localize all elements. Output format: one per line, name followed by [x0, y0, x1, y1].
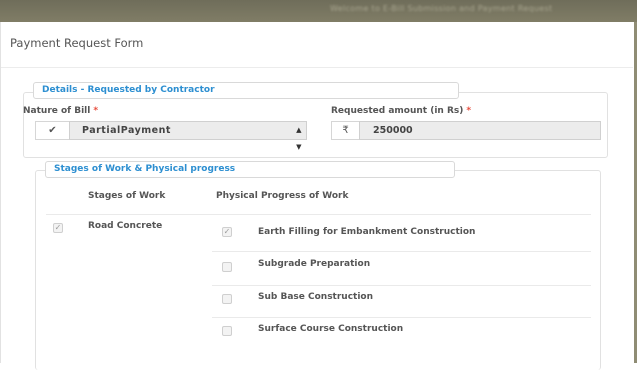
column-header-progress: Physical Progress of Work	[216, 191, 349, 201]
required-mark: *	[93, 106, 99, 116]
required-mark: *	[466, 106, 472, 116]
progress-item-label: Earth Filling for Embankment Constructio…	[258, 227, 476, 237]
stages-legend: Stages of Work & Physical progress	[45, 161, 455, 178]
row-divider	[212, 285, 591, 286]
requested-amount-label-text: Requested amount (in Rs)	[331, 106, 464, 116]
progress-item-label: Sub Base Construction	[258, 292, 374, 302]
progress-checkbox-sub-base[interactable]	[222, 294, 232, 304]
payment-request-modal: Payment Request Form Details - Requested…	[0, 22, 633, 370]
progress-checkbox-surface-course[interactable]	[222, 326, 232, 336]
nature-of-bill-select[interactable]: PartialPayment ▲ ▼	[69, 121, 307, 151]
progress-checkbox-earth-filling[interactable]: ✓	[222, 227, 232, 237]
check-icon: ✓	[54, 223, 62, 232]
nature-of-bill-label: Nature of Bill *	[23, 106, 98, 116]
rupee-addon: ₹	[331, 121, 359, 140]
modal-header: Payment Request Form	[1, 22, 633, 68]
nature-of-bill-label-text: Nature of Bill	[23, 106, 91, 116]
requested-amount-label: Requested amount (in Rs) *	[331, 106, 471, 116]
row-divider	[212, 251, 591, 252]
stage-checkbox-road-concrete[interactable]: ✓	[53, 223, 63, 233]
requested-amount-input[interactable]: 250000	[359, 121, 601, 140]
dropdown-caret-icon: ▲ ▼	[296, 126, 302, 151]
checkmark-icon: ✔	[48, 125, 57, 136]
nature-of-bill-value: PartialPayment	[82, 125, 171, 136]
requested-amount-value: 250000	[373, 125, 413, 136]
stage-name: Road Concrete	[88, 221, 163, 231]
column-header-stages: Stages of Work	[88, 191, 166, 201]
details-legend: Details - Requested by Contractor	[33, 82, 459, 99]
nature-of-bill-addon: ✔	[35, 121, 69, 140]
progress-checkbox-subgrade[interactable]	[222, 262, 232, 272]
modal-title: Payment Request Form	[10, 36, 144, 50]
check-icon: ✓	[223, 227, 231, 236]
progress-item-label: Subgrade Preparation	[258, 259, 371, 269]
row-divider	[212, 317, 591, 318]
rupee-icon: ₹	[342, 125, 349, 136]
progress-item-label: Surface Course Construction	[258, 324, 404, 334]
background-banner-text: Welcome to E-Bill Submission and Payment…	[330, 4, 553, 13]
background-header-bar: Welcome to E-Bill Submission and Payment…	[0, 0, 637, 22]
header-divider	[46, 214, 591, 215]
